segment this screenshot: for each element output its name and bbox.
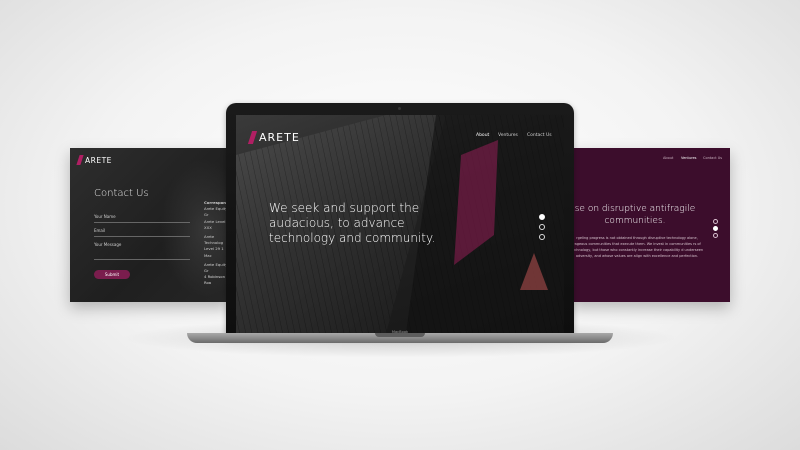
logo-mark-icon (247, 131, 258, 144)
ventures-page-panel: About Ventures Contact Us se on disrupti… (570, 148, 730, 302)
slide-dot-active[interactable] (713, 226, 718, 231)
ventures-body: rgeling progress is not obtained through… (570, 236, 704, 258)
nav-about[interactable]: About (476, 133, 489, 138)
slide-dot-active[interactable] (539, 214, 545, 220)
submit-button[interactable]: Submit (94, 270, 130, 279)
nav-contact[interactable]: Contact Us (703, 156, 722, 160)
contact-title: Contact Us (94, 188, 149, 199)
logo-mark-icon (76, 155, 84, 165)
laptop-screen: ARETE About Ventures Contact Us We seek … (236, 115, 564, 333)
name-field[interactable]: Your Name (94, 214, 190, 223)
logo-text: ARETE (259, 131, 300, 144)
nav-ventures[interactable]: Ventures (498, 133, 518, 138)
nav-ventures[interactable]: Ventures (681, 156, 696, 160)
slide-dot[interactable] (713, 233, 718, 238)
logo-text: ARETE (85, 155, 112, 165)
email-field[interactable]: Email (94, 228, 190, 237)
arete-logo[interactable]: ARETE (247, 131, 300, 144)
nav-about[interactable]: About (663, 156, 673, 160)
nav-contact[interactable]: Contact Us (527, 133, 552, 138)
camera-icon (398, 107, 401, 110)
laptop-base (187, 333, 613, 343)
slide-dot[interactable] (713, 219, 718, 224)
slide-dot[interactable] (539, 224, 545, 230)
arete-logo[interactable]: ARETE (76, 155, 112, 165)
ventures-headline: se on disruptive antifragile communities… (574, 204, 696, 226)
laptop-brand: MacBook (391, 330, 409, 334)
laptop: ARETE About Ventures Contact Us We seek … (226, 103, 574, 337)
hero-headline: We seek and support the audacious, to ad… (269, 201, 436, 245)
slide-dot[interactable] (539, 234, 545, 240)
message-field[interactable]: Your Message (94, 242, 190, 260)
contact-page-panel: ARETE Contact Us Your Name Email Your Me… (70, 148, 230, 302)
